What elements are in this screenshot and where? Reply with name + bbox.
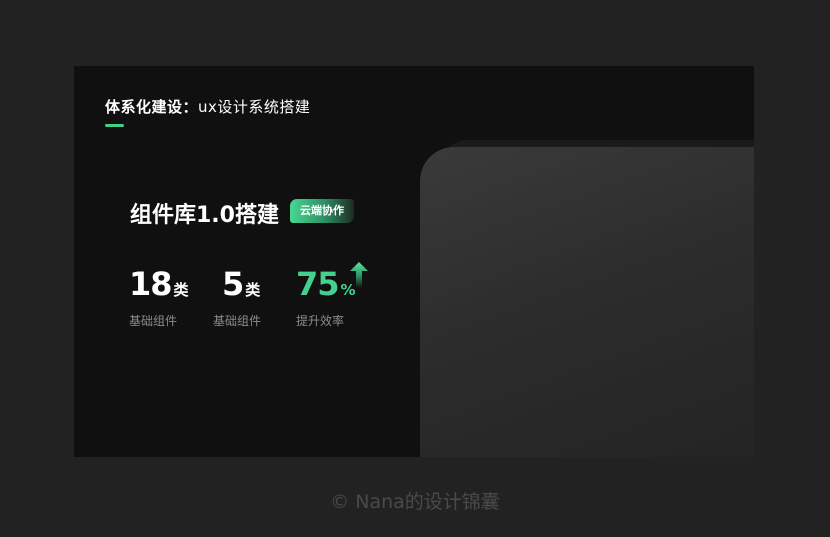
stat-unit: 类 [245,281,261,299]
stat-value: 18 [129,265,173,303]
footer-watermark: © Nana的设计锦囊 [330,491,500,513]
stat-label: 提升效率 [296,314,345,328]
stat-value: 5 [222,265,244,303]
stat-efficiency: 75% 提升效率 [296,264,356,329]
stat-label: 基础组件 [129,314,178,328]
page-title: 体系化建设：ux设计系统搭建 [105,96,310,117]
page-title-rest: ux设计系统搭建 [198,98,311,116]
slide: 体系化建设：ux设计系统搭建 组件库1.0搭建 云端协作 18 类 基础组件 5类… [74,66,754,457]
section-title: 组件库1.0搭建 [130,203,279,228]
title-underline [105,124,124,127]
preview-card [420,147,754,457]
up-arrow-icon [350,262,368,288]
stat-components-2: 5类 基础组件 [213,264,261,329]
stat-value: 75 [296,265,340,303]
stat-components: 18 类 基础组件 [129,264,189,329]
cloud-collab-tag: 云端协作 [290,199,354,223]
stat-unit: 类 [173,281,189,299]
page-title-bold: 体系化建设： [105,98,199,116]
stat-label: 基础组件 [213,314,262,328]
